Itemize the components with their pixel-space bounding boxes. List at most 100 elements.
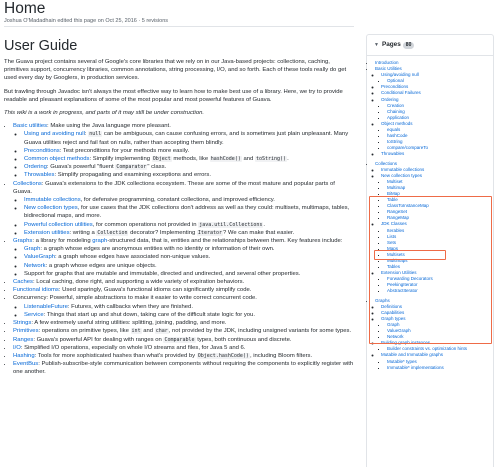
link-preconditions[interactable]: Preconditions xyxy=(24,148,60,154)
toc-link-table[interactable]: Table xyxy=(387,197,398,202)
item-text: -structured data, that is, entities and … xyxy=(107,238,343,245)
toc-link-preconditions[interactable]: Preconditions xyxy=(381,84,408,89)
toc-link-graph[interactable]: Graph xyxy=(387,322,400,327)
toc-link-new-collection-types[interactable]: New collection types xyxy=(381,173,422,178)
toc-link-sets[interactable]: Sets xyxy=(387,240,396,245)
link-graphs[interactable]: Graphs xyxy=(13,238,32,244)
link-caches[interactable]: Caches xyxy=(13,279,33,285)
triangle-down-icon: ▼ xyxy=(374,42,379,48)
toc-item: Immutable* implementations xyxy=(387,365,493,371)
toc-link-multimaps[interactable]: Multimaps xyxy=(387,258,408,263)
list-item: Basic utilities: Make using the Java lan… xyxy=(13,122,355,179)
toc-link-bimap[interactable]: BiMap xyxy=(387,191,400,196)
link-io[interactable]: I/O xyxy=(13,345,21,351)
link-throwables[interactable]: Throwables xyxy=(24,172,54,178)
list-item: Powerful collection utilities, for commo… xyxy=(24,221,355,229)
link-collections[interactable]: Collections xyxy=(13,181,42,187)
pages-count-badge: 80 xyxy=(402,42,415,49)
toc-link-jdk-classes[interactable]: JDK Classes xyxy=(381,221,407,226)
toc-link-network[interactable]: Network xyxy=(387,334,404,339)
link-eventbus[interactable]: EventBus xyxy=(13,361,38,367)
toc-link-builder-constraints[interactable]: Builder constraints vs. optimization hin… xyxy=(387,346,467,351)
list-item: I/O: Simplified I/O operations, especial… xyxy=(13,344,355,352)
code-comparable: Comparable xyxy=(163,336,196,343)
item-text: : A few extremely useful string utilitie… xyxy=(31,320,227,327)
link-collection-utilities[interactable]: Powerful collection utilities xyxy=(24,222,93,228)
list-item: Graph: a graph whose edges are anonymous… xyxy=(24,245,355,253)
list-item: Ordering: Guava's powerful "fluent Compa… xyxy=(24,163,355,171)
trawl-paragraph: But trawling through Javadoc isn't alway… xyxy=(4,88,343,103)
toc-link-definitions[interactable]: Definitions xyxy=(381,304,402,309)
toc-link-ordering[interactable]: Ordering xyxy=(381,97,399,102)
toc-link-lists[interactable]: Lists xyxy=(387,234,396,239)
toc-link-abstractiterator[interactable]: AbstractIterator xyxy=(387,288,418,293)
toc-link-rangeset[interactable]: RangeSet xyxy=(387,209,407,214)
link-ranges[interactable]: Ranges xyxy=(13,337,33,343)
toc-link-rangemap[interactable]: RangeMap xyxy=(387,215,409,220)
link-listenablefuture[interactable]: ListenableFuture xyxy=(24,304,68,310)
toc-link-capabilities[interactable]: Capabilities xyxy=(381,310,404,315)
link-graph-wikipedia[interactable]: graph xyxy=(92,238,107,244)
toc-link-chaining[interactable]: Chaining xyxy=(387,109,405,114)
toc-link-creation[interactable]: Creation xyxy=(387,103,404,108)
link-new-collection-types[interactable]: New collection types xyxy=(24,205,78,211)
toc-link-multiset[interactable]: Multiset xyxy=(387,179,403,184)
link-extension-utilities[interactable]: Extension utilities xyxy=(24,230,70,236)
toc-link-mutable-types[interactable]: Mutable* types xyxy=(387,359,417,364)
toc-link-multisets[interactable]: Multisets xyxy=(387,252,405,257)
link-network[interactable]: Network xyxy=(24,263,46,269)
wip-note: This wiki is a work in progress, and par… xyxy=(4,110,205,117)
toc-link-compare[interactable]: compare/compareTo xyxy=(387,145,428,150)
toc-link-graph-types[interactable]: Graph types xyxy=(381,316,406,321)
link-immutable-collections[interactable]: Immutable collections xyxy=(24,197,81,203)
toc-link-conditional-failures[interactable]: Conditional Failures xyxy=(381,90,421,95)
toc-link-immutable-implementations[interactable]: Immutable* implementations xyxy=(387,365,444,370)
pages-label: Pages xyxy=(381,41,401,48)
toc-link-optional[interactable]: Optional xyxy=(387,78,404,83)
toc-link-tables[interactable]: Tables xyxy=(387,264,400,269)
link-using-null[interactable]: Using and avoiding null xyxy=(24,131,85,137)
list-item: Immutable collections, for defensive pro… xyxy=(24,196,355,204)
link-strings[interactable]: Strings xyxy=(13,320,31,326)
toc-link-mutable-immutable-graphs[interactable]: Mutable and Immutable graphs xyxy=(381,352,443,357)
item-text: : Guava's extensions to the JDK collecti… xyxy=(13,180,335,195)
toc-link-introduction[interactable]: Introduction xyxy=(375,60,399,65)
toc-link-building-graph-instances[interactable]: Building graph instances xyxy=(381,340,430,345)
list-item: New collection types, for use cases that… xyxy=(24,204,355,220)
link-ordering[interactable]: Ordering xyxy=(24,164,47,170)
toc-link-immutable-collections[interactable]: Immutable collections xyxy=(381,167,424,172)
pages-toggle[interactable]: ▼ Pages 80 xyxy=(367,35,493,56)
toc-link-iterables[interactable]: Iterables xyxy=(387,228,404,233)
link-hashing[interactable]: Hashing xyxy=(13,353,35,359)
item-text: : Test preconditions for your methods mo… xyxy=(59,147,190,154)
link-common-object-methods[interactable]: Common object methods xyxy=(24,156,89,162)
toc-item: Throwables xyxy=(381,151,493,157)
toc-link-collections[interactable]: Collections xyxy=(375,161,397,166)
link-graph[interactable]: Graph xyxy=(24,246,40,252)
toc-link-forwarding-decorators[interactable]: Forwarding Decorators xyxy=(387,276,433,281)
toc-link-basic-utilities[interactable]: Basic Utilities xyxy=(375,66,402,71)
link-basic-utilities[interactable]: Basic utilities xyxy=(13,123,47,129)
item-text: types, both continuous and discrete. xyxy=(195,336,292,343)
toc-link-classtoinstancemap[interactable]: ClassToInstanceMap xyxy=(387,203,429,208)
link-service[interactable]: Service xyxy=(24,312,44,318)
toc-link-extension-utilities[interactable]: Extension Utilities xyxy=(381,270,417,275)
toc-link-maps[interactable]: Maps xyxy=(387,246,398,251)
toc-link-application[interactable]: Application xyxy=(387,115,409,120)
toc-link-peekingiterator[interactable]: PeekingIterator xyxy=(387,282,418,287)
toc-link-graphs[interactable]: Graphs xyxy=(375,298,390,303)
toc-link-using-null[interactable]: Using/avoiding null xyxy=(381,72,419,77)
link-functional-idioms[interactable]: Functional idioms xyxy=(13,287,59,293)
toc-link-throwables[interactable]: Throwables xyxy=(381,151,404,156)
toc-link-hashcode[interactable]: hashCode xyxy=(387,133,408,138)
toc-link-tostring[interactable]: toString xyxy=(387,139,403,144)
toc-link-multimap[interactable]: Multimap xyxy=(387,185,405,190)
toc-item: AbstractIterator xyxy=(387,288,493,294)
link-primitives[interactable]: Primitives xyxy=(13,328,39,334)
toc-link-valuegraph[interactable]: ValueGraph xyxy=(387,328,411,333)
toc-link-object-methods[interactable]: Object methods xyxy=(381,121,413,126)
link-valuegraph[interactable]: ValueGraph xyxy=(24,254,55,260)
toc-link-equals[interactable]: equals xyxy=(387,127,400,132)
item-text: : Powerful, simple abstractions to make … xyxy=(46,295,257,302)
item-text: : Used sparingly, Guava's functional idi… xyxy=(58,287,252,294)
